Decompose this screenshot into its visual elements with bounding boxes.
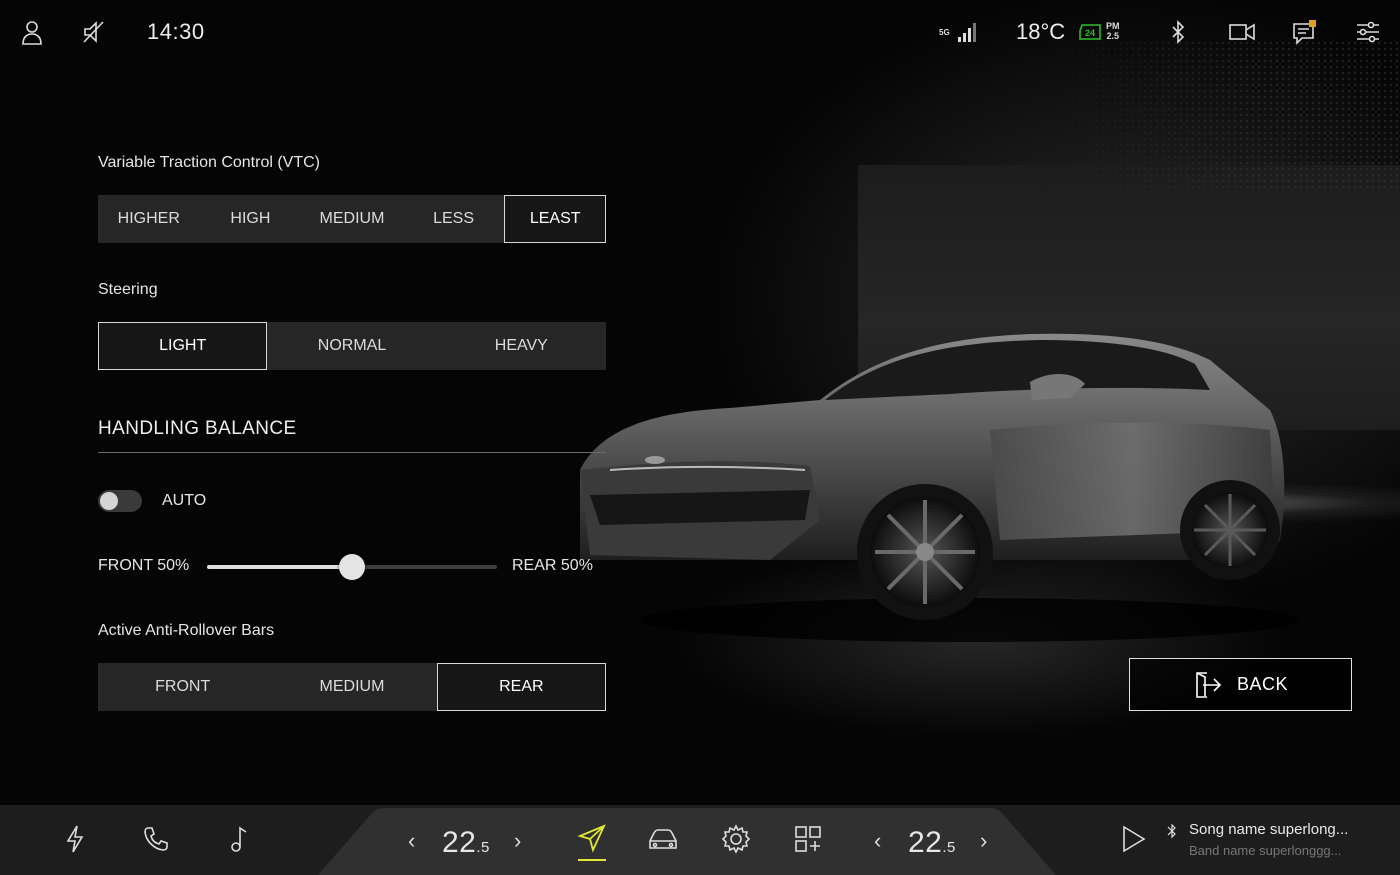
play-icon[interactable]: [1116, 822, 1150, 856]
battery-icon: 24: [1074, 16, 1106, 48]
battery-charge-text: 24: [1085, 28, 1095, 38]
user-icon[interactable]: [16, 16, 48, 48]
anti-rollover-label: Active Anti-Rollover Bars: [98, 622, 275, 639]
mute-icon[interactable]: [78, 16, 110, 48]
navigation-icon[interactable]: [576, 822, 608, 854]
settings-gear-icon[interactable]: [719, 822, 753, 856]
signal-icon: [950, 16, 982, 48]
vtc-label: Variable Traction Control (VTC): [98, 154, 320, 171]
air-quality: PM 2.5: [1106, 21, 1120, 41]
steering-label: Steering: [98, 281, 158, 298]
phone-icon[interactable]: [140, 823, 172, 855]
band-name: Band name superlonggg...: [1189, 843, 1342, 858]
vtc-option-less[interactable]: LESS: [403, 195, 505, 243]
music-icon[interactable]: [224, 823, 254, 855]
outside-temperature: 18°C: [1016, 19, 1066, 44]
auto-toggle[interactable]: [98, 490, 142, 512]
vtc-option-least[interactable]: LEAST: [504, 195, 606, 243]
vtc-option-higher[interactable]: HIGHER: [98, 195, 200, 243]
active-tab-indicator: [578, 859, 606, 861]
clock: 14:30: [147, 19, 205, 44]
status-bar: 14:30 5G 18°C 24 PM 2.5: [0, 0, 1400, 64]
vtc-option-high[interactable]: HIGH: [200, 195, 302, 243]
steering-option-light[interactable]: LIGHT: [98, 322, 268, 370]
right-climate-temp: 22.5: [908, 826, 956, 860]
steering-option-heavy[interactable]: HEAVY: [437, 322, 606, 370]
left-climate-temp: 22.5: [442, 826, 490, 860]
anti-rollover-option-medium[interactable]: MEDIUM: [267, 663, 436, 711]
settings-sliders-icon[interactable]: [1352, 16, 1384, 48]
anti-rollover-selector: FRONT MEDIUM REAR: [98, 663, 606, 711]
front-balance-label: FRONT 50%: [98, 557, 190, 574]
right-temp-whole: 22: [908, 826, 943, 859]
car-image: [580, 333, 1300, 642]
pm-value: 2.5: [1106, 31, 1119, 41]
back-button[interactable]: BACK: [1129, 658, 1352, 711]
exit-icon: [1196, 671, 1222, 698]
balance-slider[interactable]: [207, 554, 497, 580]
camera-icon[interactable]: [1226, 16, 1258, 48]
song-title: Song name superlong...: [1189, 821, 1349, 838]
anti-rollover-option-rear[interactable]: REAR: [436, 663, 606, 711]
section-divider: [98, 452, 606, 453]
vtc-option-medium[interactable]: MEDIUM: [301, 195, 403, 243]
left-temp-decrease[interactable]: ‹: [408, 828, 415, 854]
toggle-knob: [100, 492, 118, 510]
handling-balance-title: HANDLING BALANCE: [98, 418, 297, 439]
right-temp-decimal: .5: [942, 839, 956, 856]
car-icon[interactable]: [646, 823, 680, 855]
vtc-selector: HIGHER HIGH MEDIUM LESS LEAST: [98, 195, 606, 243]
auto-label: AUTO: [162, 492, 207, 509]
back-button-label: BACK: [1236, 674, 1289, 694]
left-temp-increase[interactable]: ›: [514, 828, 521, 854]
left-temp-whole: 22: [442, 826, 477, 859]
bluetooth-icon[interactable]: [1162, 16, 1194, 48]
right-temp-decrease[interactable]: ‹: [874, 828, 881, 854]
rear-balance-label: REAR 50%: [512, 557, 593, 574]
slider-thumb[interactable]: [339, 554, 365, 580]
network-type: 5G: [939, 28, 950, 37]
pm-label: PM: [1106, 21, 1120, 31]
apps-grid-icon[interactable]: [791, 822, 825, 856]
charging-icon[interactable]: [60, 823, 90, 855]
messages-icon[interactable]: [1289, 16, 1321, 48]
steering-option-normal[interactable]: NORMAL: [267, 322, 436, 370]
left-temp-decimal: .5: [476, 839, 490, 856]
slider-fill: [207, 565, 352, 569]
bluetooth-source-icon: [1165, 822, 1179, 840]
steering-selector: LIGHT NORMAL HEAVY: [98, 322, 606, 370]
right-temp-increase[interactable]: ›: [980, 828, 987, 854]
anti-rollover-option-front[interactable]: FRONT: [98, 663, 267, 711]
